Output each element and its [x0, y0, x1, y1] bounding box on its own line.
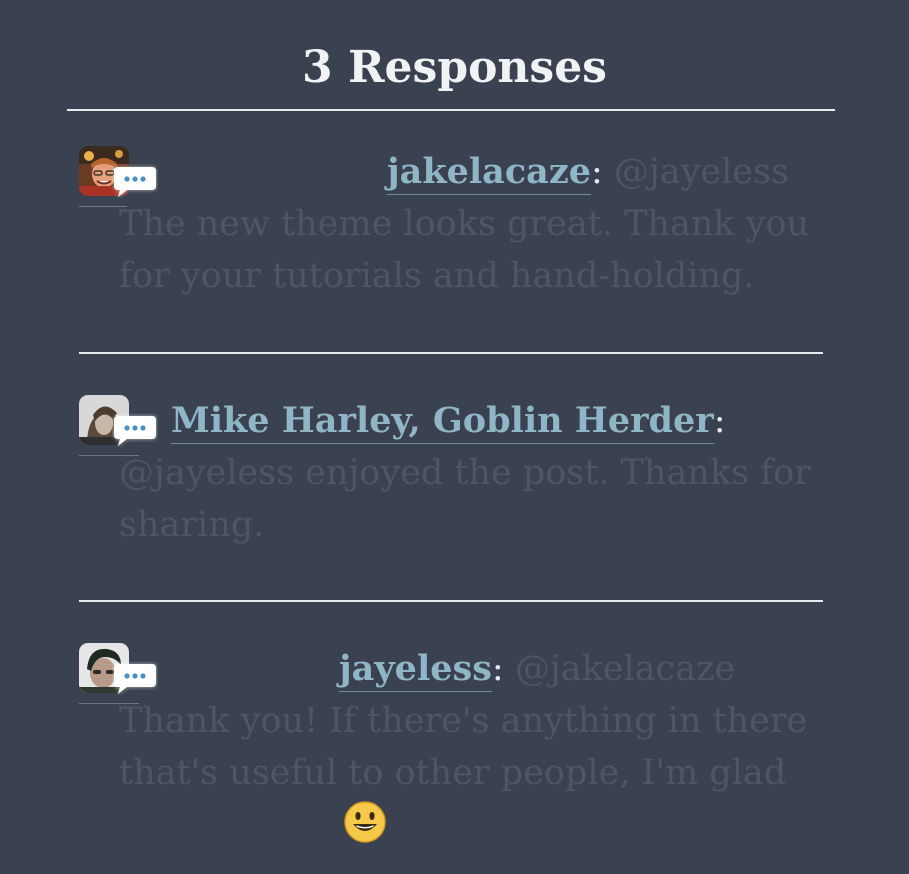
response-paragraph: jayeless: @jakelacaze Thank you! If ther… — [79, 643, 823, 851]
author-link[interactable]: Mike Harley, Goblin Herder — [171, 400, 714, 444]
response-text: jayeless: @jakelacaze Thank you! If ther… — [79, 643, 823, 851]
responses-heading: 3 Responses — [302, 42, 607, 93]
response-paragraph: jakelacaze: @jayeless The new theme look… — [79, 146, 823, 302]
author-separator: : — [713, 401, 726, 441]
response-paragraph: Mike Harley, Goblin Herder: @jayeless en… — [79, 395, 823, 551]
response-text: Mike Harley, Goblin Herder: @jayeless en… — [79, 395, 823, 551]
speech-bubble-icon — [112, 413, 158, 449]
speech-bubble-icon — [112, 661, 158, 697]
response-text: jakelacaze: @jayeless The new theme look… — [79, 146, 823, 302]
response-body: @jayeless enjoyed the post. Thanks for s… — [119, 453, 811, 545]
smiling-face-icon — [123, 800, 386, 844]
author-link[interactable]: jayeless — [339, 648, 492, 692]
avatar-link[interactable] — [79, 643, 159, 705]
avatar-underline — [79, 703, 139, 704]
avatar-link[interactable] — [79, 146, 159, 208]
speech-bubble-icon — [112, 164, 158, 200]
response-divider — [79, 600, 823, 602]
avatar-underline — [79, 455, 139, 456]
author-link[interactable]: jakelacaze — [387, 151, 591, 195]
response-divider — [79, 352, 823, 354]
avatar-link[interactable] — [79, 395, 159, 457]
author-separator: : — [590, 152, 603, 192]
avatar-underline — [79, 206, 127, 207]
author-separator: : — [491, 649, 504, 689]
heading-divider — [67, 109, 835, 111]
